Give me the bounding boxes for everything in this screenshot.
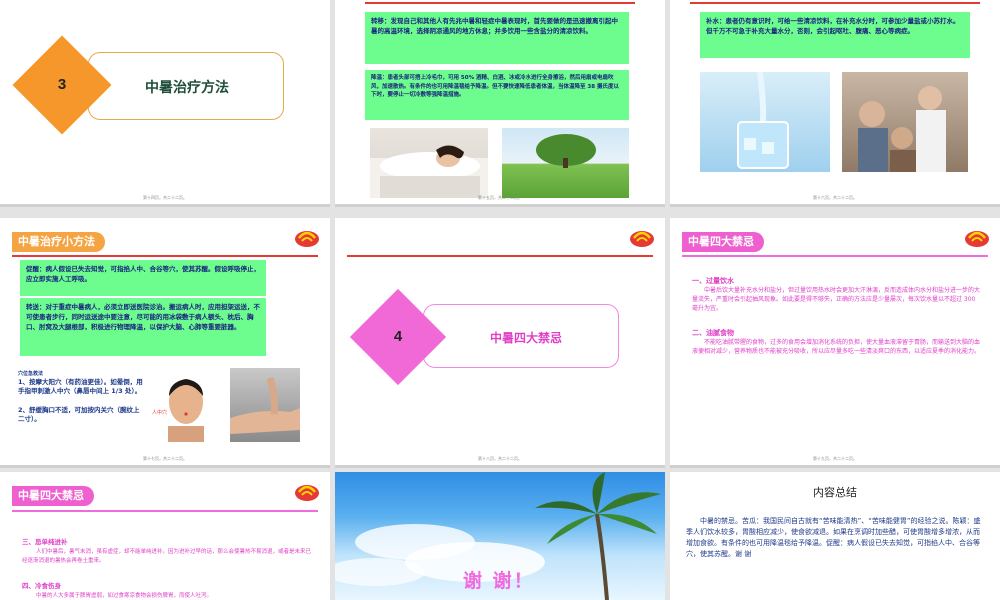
slide-thumbnail-20[interactable]: 中暑四大禁忌 三、忌单纯进补 人们中暑后，暑气未消，虽有虚症，却不能单纯进补。因…: [0, 472, 330, 600]
header-line: [690, 2, 980, 4]
slide-footer: 第十四页，共二十二页。: [143, 195, 187, 200]
slide-footer: 第十八页，共二十二页。: [478, 456, 522, 461]
slide-thumbnail-21[interactable]: 谢 谢！: [335, 472, 665, 600]
summary-title: 内容总结: [813, 486, 857, 499]
first-aid-photo: [842, 72, 968, 172]
taboo-heading-1: 一、过量饮水: [692, 277, 734, 285]
bottom-bar: [0, 204, 330, 207]
bottom-bar: [335, 465, 665, 468]
transfer-text-box: 转移：发现自己和其他人有先兆中暑和轻症中暑表现时，首先要做的是迅速撤离引起中暑的…: [365, 12, 629, 64]
bottom-bar: [335, 204, 665, 207]
slide-footer: 第十七页，共二十二页。: [143, 456, 187, 461]
section-title: 中暑治疗方法: [145, 80, 229, 96]
sinopec-logo-icon: [295, 485, 319, 501]
acupoint-step-2: 2、舒缓胸口不适，可加按内关穴（腕纹上二寸）。: [18, 406, 140, 423]
section-number: 3: [57, 76, 67, 93]
header-line: [365, 2, 635, 4]
hand-illustration: [230, 376, 300, 434]
slide-thumbnail-15[interactable]: 转移：发现自己和其他人有先兆中暑和轻症中暑表现时，首先要做的是迅速撤离引起中暑的…: [335, 0, 665, 207]
taboo-text-4: 中暑的人大多属于脾胃虚弱，如过食寒凉食物会损伤脾胃，而使人吐泻。: [36, 593, 213, 599]
renzhong-label: 人中穴: [152, 410, 168, 416]
sleeping-woman-image: [370, 128, 488, 198]
wrist-acupoint-image: [230, 368, 300, 442]
transport-text-box: 转送：对于重症中暑病人，必须立即送医院诊治。搬运病人时，应用担架运送，不可使患者…: [20, 298, 266, 356]
slide-sorter-grid: 3 中暑治疗方法 第十四页，共二十二页。 转移：发现自己和其他人有先兆中暑和轻症…: [0, 0, 1000, 600]
slide-thumbnail-18[interactable]: 4 中暑四大禁忌 第十八页，共二十二页。: [335, 218, 665, 468]
slide-tab-title: 中暑四大禁忌: [12, 486, 94, 506]
taboo-heading-2: 二、油腻食物: [692, 329, 734, 337]
section-number: 4: [393, 328, 403, 345]
water-glass-illustration: [737, 72, 789, 169]
bottom-bar: [0, 465, 330, 468]
acupoint-step-1: 1、按摩大阳穴（有药油更佳）。如晕倒，用手指甲刺激人中穴（鼻唇中间上 1/3 处…: [18, 378, 143, 395]
header-line: [12, 255, 318, 257]
sleeping-woman-illustration: [370, 145, 488, 198]
tree-field-image: [502, 128, 629, 198]
sinopec-logo-icon: [630, 231, 654, 247]
taboo-text-2: 不能吃油腻带腥的食物，过多的食用会增加消化系统的负担，使大量血液滞留于胃肠，而输…: [692, 339, 981, 355]
slide-thumbnail-16[interactable]: 补水：患者仍有意识时，可给一些清凉饮料，在补充水分时，可参加少量盐或小苏打水。但…: [670, 0, 1000, 207]
slide-footer: 第十六页，共二十二页。: [813, 195, 857, 200]
slide-thumbnail-22[interactable]: 内容总结 中暑的禁忌。苦瓜：我国民间自古就有“苦味能清热”、“苦味能健胃”的经验…: [670, 472, 1000, 600]
sinopec-logo-icon: [295, 231, 319, 247]
taboo-text-1: 中暑后饮大量补充水分和盐分，但过量饮用热水时会更加大汗淋漓，反而造成体内水分和盐…: [692, 287, 981, 312]
slide-footer: 第十五页，共二十二页。: [478, 195, 522, 200]
section-title: 中暑四大禁忌: [490, 331, 563, 345]
slide-footer: 第十九页，共二十二页。: [813, 456, 857, 461]
slide-thumbnail-17[interactable]: 中暑治疗小方法 促醒：病人假设已失去知觉，可指掐人中、合谷等穴，使其苏醒。假设呼…: [0, 218, 330, 468]
header-line: [12, 510, 318, 512]
tree-illustration: [536, 134, 596, 168]
revive-text-box: 促醒：病人假设已失去知觉，可指掐人中、合谷等穴，使其苏醒。假设呼吸停止，应立即实…: [20, 260, 266, 296]
cooling-text-box: 降温：患者头部可捂上冷毛巾，可用 50% 酒精、白酒、冰或冷水进行全身擦浴，然后…: [365, 70, 629, 120]
acupoint-heading: 穴位急救法: [18, 371, 44, 377]
bottom-bar: [670, 204, 1000, 207]
sinopec-logo-icon: [965, 231, 989, 247]
summary-body: 中暑的禁忌。苦瓜：我国民间自古就有“苦味能清热”、“苦味能健胃”的经验之说。陈颖…: [686, 517, 981, 558]
taboo-heading-3: 三、忌单纯进补: [22, 538, 68, 546]
slide-tab-title: 中暑四大禁忌: [682, 232, 764, 252]
bottom-bar: [670, 465, 1000, 468]
people-illustration: [858, 86, 946, 172]
face-illustration: [168, 379, 204, 442]
slide-tab-title: 中暑治疗小方法: [12, 232, 105, 252]
header-line: [347, 255, 653, 257]
water-glass-image: [700, 72, 830, 172]
slide-thumbnail-14[interactable]: 3 中暑治疗方法 第十四页，共二十二页。: [0, 0, 330, 207]
taboo-text-3: 人们中暑后，暑气未消，虽有虚症，却不能单纯进补。因为进补过早的话，那么会使暑热不…: [22, 549, 312, 564]
face-acupoint-image: 人中穴: [148, 368, 224, 442]
rehydration-text-box: 补水：患者仍有意识时，可给一些清凉饮料，在补充水分时，可参加少量盐或小苏打水。但…: [700, 12, 970, 58]
slide-thumbnail-19[interactable]: 中暑四大禁忌 一、过量饮水 中暑后饮大量补充水分和盐分，但过量饮用热水时会更加大…: [670, 218, 1000, 468]
taboo-heading-4: 四、冷食伤身: [22, 582, 61, 590]
header-line: [682, 255, 988, 257]
thank-you-text: 谢 谢！: [463, 570, 535, 592]
